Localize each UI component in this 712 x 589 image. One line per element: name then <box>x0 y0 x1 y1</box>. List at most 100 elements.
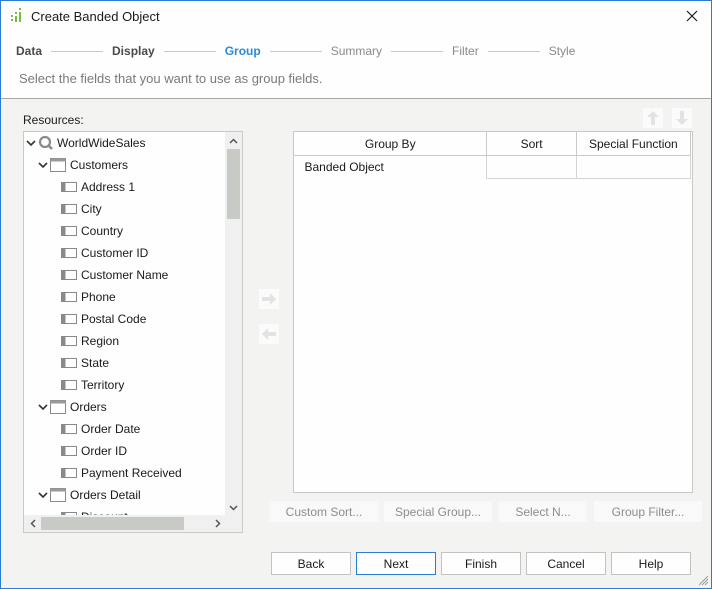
step-summary[interactable]: Summary <box>331 44 382 58</box>
tree-node-label: Territory <box>81 378 125 392</box>
field-icon <box>61 204 77 214</box>
remove-group-field-button[interactable] <box>259 324 279 344</box>
finish-button[interactable]: Finish <box>441 552 521 575</box>
create-banded-object-dialog: Create Banded Object Data Display Group … <box>0 0 712 589</box>
add-group-field-button[interactable] <box>259 289 279 309</box>
arrow-left-icon <box>262 328 276 340</box>
tree-node[interactable]: Payment Received <box>61 462 182 484</box>
tree-node-label: WorldWideSales <box>57 136 146 150</box>
bar-chart-icon <box>11 8 21 22</box>
select-n-button[interactable]: Select N... <box>499 501 587 522</box>
field-icon <box>61 182 77 192</box>
tree-node-label: Customer Name <box>81 268 169 282</box>
step-data[interactable]: Data <box>16 44 42 58</box>
tree-node[interactable]: Order ID <box>61 440 127 462</box>
arrow-up-icon <box>647 111 659 125</box>
column-header-sort[interactable]: Sort <box>486 131 577 156</box>
step-divider <box>269 50 322 52</box>
field-icon <box>61 226 77 236</box>
step-style[interactable]: Style <box>549 44 576 58</box>
tree-node-label: Address 1 <box>81 180 136 194</box>
tree-node[interactable]: Country <box>61 220 123 242</box>
step-group[interactable]: Group <box>225 44 261 58</box>
cell-special-function[interactable] <box>575 155 692 179</box>
tree-node-label: Orders Detail <box>70 488 141 502</box>
tree-node[interactable]: Region <box>61 330 119 352</box>
chevron-right-icon <box>214 519 221 528</box>
horizontal-scrollbar[interactable] <box>24 515 226 532</box>
field-icon <box>61 336 77 346</box>
cancel-button[interactable]: Cancel <box>526 552 606 575</box>
step-divider <box>391 50 444 52</box>
tree-node[interactable]: Postal Code <box>61 308 146 330</box>
close-button[interactable] <box>679 4 705 28</box>
scroll-right-button[interactable] <box>209 515 226 532</box>
scrollbar-corner <box>225 515 242 532</box>
tree-node-label: Region <box>81 334 120 348</box>
step-divider <box>487 50 540 52</box>
resize-grip-icon[interactable] <box>699 576 709 586</box>
next-button[interactable]: Next <box>356 552 436 575</box>
tree-node[interactable]: State <box>61 352 109 374</box>
expand-chevron-icon[interactable] <box>38 160 48 170</box>
resources-tree[interactable]: WorldWideSales Customers Address 1 City Coun… <box>23 131 243 533</box>
move-down-button[interactable] <box>672 108 692 128</box>
group-fields-table[interactable]: Group By Sort Special Function Banded Ob… <box>292 131 693 493</box>
tree-node[interactable]: City <box>61 198 102 220</box>
wizard-steps: Data Display Group Summary Filter Style <box>16 43 575 59</box>
tree-node-label: Phone <box>81 290 116 304</box>
custom-sort-button[interactable]: Custom Sort... <box>269 501 379 522</box>
tree-node-label: Postal Code <box>81 312 147 326</box>
table-header-row: Group By Sort Special Function <box>292 131 692 156</box>
tree-node[interactable]: Phone <box>61 286 116 308</box>
horizontal-scroll-thumb[interactable] <box>41 517 184 530</box>
cell-group-by[interactable]: Banded Object <box>293 155 488 179</box>
tree-node[interactable]: Customers <box>38 154 128 176</box>
table-row[interactable]: Banded Object <box>293 155 692 179</box>
tree-node[interactable]: Customer ID <box>61 242 148 264</box>
tree-node-label: Order ID <box>81 444 128 458</box>
help-button[interactable]: Help <box>611 552 691 575</box>
arrow-down-icon <box>676 111 688 125</box>
tree-node-label: Customer ID <box>81 246 149 260</box>
tree-node-label: Customers <box>70 158 129 172</box>
field-icon <box>61 292 77 302</box>
arrow-right-icon <box>262 293 276 305</box>
wizard-subtitle: Select the fields that you want to use a… <box>19 71 323 86</box>
field-icon <box>61 380 77 390</box>
special-group-button[interactable]: Special Group... <box>384 501 492 522</box>
scroll-left-button[interactable] <box>24 515 41 532</box>
vertical-scrollbar[interactable] <box>225 132 242 516</box>
wizard-header: Data Display Group Summary Filter Style … <box>1 32 711 99</box>
expand-chevron-icon[interactable] <box>26 138 36 148</box>
column-header-group-by[interactable]: Group By <box>292 131 488 156</box>
tree-node[interactable]: Orders <box>38 396 107 418</box>
group-filter-button[interactable]: Group Filter... <box>594 501 702 522</box>
field-icon <box>61 446 77 456</box>
step-filter[interactable]: Filter <box>452 44 479 58</box>
step-display[interactable]: Display <box>112 44 155 58</box>
step-divider <box>51 50 104 52</box>
table-icon <box>50 158 66 172</box>
tree-node[interactable]: WorldWideSales <box>26 132 145 154</box>
scroll-down-button[interactable] <box>225 499 242 516</box>
expand-chevron-icon[interactable] <box>38 490 48 500</box>
tree-node[interactable]: Customer Name <box>61 264 168 286</box>
scroll-up-button[interactable] <box>225 132 242 149</box>
vertical-scroll-thumb[interactable] <box>227 149 240 219</box>
tree-node-label: Order Date <box>81 422 141 436</box>
cell-sort[interactable] <box>486 155 577 179</box>
field-icon <box>61 358 77 368</box>
tree-node-label: City <box>81 202 102 216</box>
tree-node[interactable]: Address 1 <box>61 176 135 198</box>
table-icon <box>50 488 66 502</box>
tree-node[interactable]: Order Date <box>61 418 140 440</box>
field-icon <box>61 424 77 434</box>
back-button[interactable]: Back <box>271 552 351 575</box>
expand-chevron-icon[interactable] <box>38 402 48 412</box>
column-header-special-function[interactable]: Special Function <box>575 131 692 156</box>
tree-node[interactable]: Territory <box>61 374 124 396</box>
tree-node[interactable]: Orders Detail <box>38 484 141 506</box>
move-up-button[interactable] <box>643 108 663 128</box>
title-bar: Create Banded Object <box>1 1 711 32</box>
